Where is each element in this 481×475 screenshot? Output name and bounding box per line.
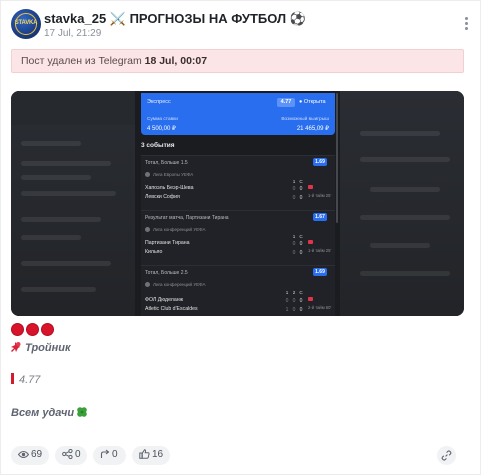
- team-home: ФОЛ Дюделанж: [145, 297, 184, 303]
- score-cell: 0: [299, 298, 303, 304]
- scrollbar[interactable]: [336, 93, 338, 223]
- team-away: Кильяо: [145, 249, 163, 255]
- likes-counter[interactable]: 16: [132, 446, 170, 465]
- match-period: 2-й тайм 60': [308, 305, 332, 310]
- menu-dots-icon[interactable]: [459, 15, 473, 33]
- live-flag-icon: [308, 240, 313, 244]
- bet-screenshot[interactable]: Экспресс 4.77 ● Открыта Сумма ставки 4 5…: [11, 91, 464, 316]
- score-header: 2: [292, 290, 296, 295]
- score-cell: 0: [292, 307, 296, 313]
- event-item: Тотал, Больше 1.5 1.69 Лига Европы УЕФА …: [141, 155, 335, 210]
- score-cell: 0: [299, 250, 303, 256]
- ticket-status: ● Открыта: [299, 99, 326, 105]
- event-market: Результат матча, Партизани Тирана: [145, 215, 229, 221]
- text-line-luck: Всем удачи: [11, 406, 88, 419]
- deleted-banner: Пост удален из Telegram 18 Jul, 00:07: [11, 49, 464, 73]
- pin-icon: [11, 341, 23, 353]
- bet-slip: Экспресс 4.77 ● Открыта Сумма ставки 4 5…: [135, 91, 340, 316]
- team-away: Atletic Club d'Escaldes: [145, 306, 198, 312]
- match-period: 1-й тайм 25': [308, 248, 332, 253]
- total-odds-badge: 4.77: [277, 98, 295, 107]
- event-item: Результат матча, Партизани Тирана 1.67 Л…: [141, 210, 335, 265]
- blurred-background-right: [340, 91, 464, 316]
- live-flag-icon: [308, 185, 313, 189]
- score-cell: 0: [285, 298, 289, 304]
- event-item: Тотал, Больше 2.5 1.69 Лига конференций …: [141, 265, 335, 316]
- text-line-odds: 4.77: [11, 373, 40, 386]
- post-date[interactable]: 17 Jul, 21:29: [44, 28, 101, 39]
- channel-title[interactable]: stavka_25 ⚔️ ПРОГНОЗЫ НА ФУТБОЛ ⚽: [44, 11, 306, 27]
- red-circles: [11, 323, 56, 339]
- event-market: Тотал, Больше 1.5: [145, 160, 188, 166]
- forwards-counter[interactable]: 0: [93, 446, 126, 465]
- score-header: С: [299, 290, 303, 295]
- link-icon: [441, 450, 452, 461]
- score-cell: 0: [299, 195, 303, 201]
- copy-link-button[interactable]: [437, 446, 456, 465]
- team-away: Левски София: [145, 194, 180, 200]
- bet-summary-panel: Экспресс 4.77 ● Открыта Сумма ставки 4 5…: [141, 93, 335, 135]
- thumbs-up-icon: [139, 449, 150, 459]
- score-cell: 0: [299, 241, 303, 247]
- event-league: Лига конференций УЕФА: [145, 227, 206, 233]
- deleted-banner-datetime: 18 Jul, 00:07: [144, 55, 208, 67]
- views-counter[interactable]: 69: [11, 446, 49, 465]
- event-market: Тотал, Больше 2.5: [145, 270, 188, 276]
- deleted-banner-text: Пост удален из Telegram: [21, 55, 145, 67]
- red-circle-icon: [11, 323, 24, 336]
- win-label: Возможный выигрыш: [281, 117, 329, 122]
- score-header: С: [299, 234, 303, 239]
- score-header: 1: [292, 179, 296, 184]
- shares-counter[interactable]: 0: [55, 446, 87, 465]
- score-header: 1: [292, 234, 296, 239]
- eye-icon: [18, 451, 29, 458]
- soccer-ball-icon: [145, 282, 150, 288]
- team-home: Партизани Тирана: [145, 240, 190, 246]
- avatar-text: STAVKA: [14, 20, 38, 26]
- event-odds: 1.67: [313, 213, 327, 221]
- score-cell: 0: [299, 186, 303, 192]
- red-bar-icon: [11, 373, 14, 384]
- clover-icon: [76, 406, 88, 418]
- stake-label: Сумма ставки: [147, 117, 178, 122]
- score-cell: 0: [292, 241, 296, 247]
- blurred-background-left: [11, 91, 135, 316]
- forward-icon: [100, 449, 110, 458]
- score-cell: 0: [292, 298, 296, 304]
- score-cell: 1: [285, 307, 289, 313]
- event-odds: 1.69: [313, 158, 327, 166]
- share-icon: [62, 449, 73, 459]
- team-home: Хапоэль Беэр-Шева: [145, 185, 194, 191]
- score-cell: 0: [292, 250, 296, 256]
- stake-value: 4 500,00 ₽: [147, 126, 176, 132]
- score-cell: 0: [292, 186, 296, 192]
- score-cell: 0: [292, 195, 296, 201]
- soccer-ball-icon: [145, 172, 150, 178]
- soccer-ball-icon: [145, 227, 150, 233]
- post-header: STAVKA stavka_25 ⚔️ ПРОГНОЗЫ НА ФУТБОЛ ⚽…: [11, 9, 473, 43]
- match-period: 1-й тайм 25': [308, 193, 332, 198]
- event-odds: 1.69: [313, 268, 327, 276]
- win-value: 21 465,09 ₽: [296, 126, 329, 132]
- post-card: STAVKA stavka_25 ⚔️ ПРОГНОЗЫ НА ФУТБОЛ ⚽…: [0, 0, 481, 475]
- live-flag-icon: [308, 297, 313, 301]
- red-circle-icon: [41, 323, 54, 336]
- ticket-type: Экспресс: [147, 99, 171, 105]
- score-cell: 0: [299, 307, 303, 313]
- event-league: Лига конференций УЕФА: [145, 282, 206, 288]
- red-circle-icon: [26, 323, 39, 336]
- score-header: 1: [285, 290, 289, 295]
- text-line-triple: Тройник: [11, 341, 71, 354]
- channel-avatar[interactable]: STAVKA: [11, 9, 41, 39]
- event-league: Лига Европы УЕФА: [145, 172, 193, 178]
- events-count: 3 события: [141, 142, 175, 149]
- score-header: С: [299, 179, 303, 184]
